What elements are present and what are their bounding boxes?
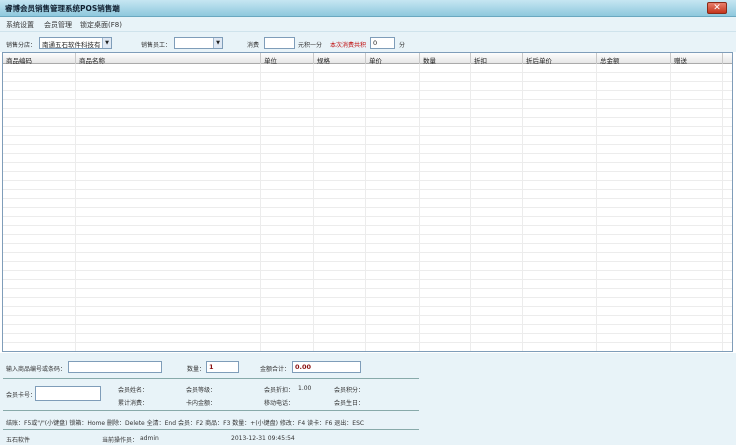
col-total-amount[interactable]: 总金额 [597,53,671,64]
bottom-panel: 输入商品编号或条码： 数量： 1 金额合计： 0.00 会员卡号： 会员姓名： … [0,353,736,445]
close-icon: ✕ [713,3,721,13]
col-divider [313,64,314,351]
close-button[interactable]: ✕ [707,2,727,14]
col-quantity[interactable]: 数量 [420,53,471,64]
col-divider [260,64,261,351]
consume-label: 消费 [247,42,260,49]
staff-select[interactable]: ▼ [174,37,223,49]
col-divider [722,64,723,351]
divider [3,410,419,411]
amount-total: 0.00 [292,361,361,373]
points-suffix: 分 [399,42,406,49]
branch-label: 销售分店： [6,42,37,49]
col-product-name[interactable]: 商品名称 [76,53,261,64]
status-company: 五石软件 [6,437,31,444]
divider [3,378,419,379]
col-divider [419,64,420,351]
operator-value: admin [140,435,159,442]
member-discount-label: 会员折扣： [264,387,295,394]
quantity-input[interactable]: 1 [206,361,239,373]
col-unit-price[interactable]: 单价 [366,53,420,64]
col-filler [723,53,732,64]
window-title: 睿博会员销售管理系统POS销售端 [5,4,120,13]
operator-label: 当前操作员： [102,437,139,444]
amount-label: 金额合计： [260,366,291,373]
menu-member-management[interactable]: 会员管理 [44,20,72,30]
col-divider [75,64,76,351]
col-gift[interactable]: 赠送 [671,53,723,64]
member-card-input[interactable] [35,386,101,401]
col-divider [365,64,366,351]
chevron-down-icon: ▼ [102,38,111,48]
title-bar: 睿博会员销售管理系统POS销售端 ✕ [0,0,736,17]
table-header: 商品编码 商品名称 单位 规格 单价 数量 折扣 折后单价 总金额 赠送 [3,53,732,64]
total-points-input[interactable]: 0 [370,37,395,49]
card-balance-label: 卡内金额： [186,400,217,407]
sales-toolbar: 销售分店： 南通五石软件科技有 ▼ 销售员工： ▼ 消费 元积一分 本次消费共积… [0,32,736,52]
staff-label: 销售员工： [141,42,172,49]
col-product-code[interactable]: 商品编码 [3,53,76,64]
shortcut-help: 结账：F5或"/"(小键盘) 锁箱：Home 删除：Delete 全清：End … [6,420,365,427]
product-table[interactable]: 商品编码 商品名称 单位 规格 单价 数量 折扣 折后单价 总金额 赠送 [2,52,733,352]
divider [3,429,419,430]
status-datetime: 2013-12-31 09:45:54 [231,435,295,442]
col-divider [596,64,597,351]
mobile-label: 移动电话： [264,400,295,407]
total-consume-label: 累计消费： [118,400,149,407]
col-discount[interactable]: 折扣 [471,53,523,64]
consume-input[interactable] [264,37,295,49]
quantity-label: 数量： [187,366,206,373]
table-body[interactable] [3,64,732,351]
col-unit[interactable]: 单位 [261,53,314,64]
total-points-label: 本次消费共积 [330,42,367,49]
col-discounted-price[interactable]: 折后单价 [523,53,597,64]
branch-value: 南通五石软件科技有 [42,41,101,49]
member-name-label: 会员姓名： [118,387,149,394]
member-card-label: 会员卡号： [6,392,37,399]
menu-system-settings[interactable]: 系统设置 [6,20,34,30]
product-code-label: 输入商品编号或条码： [6,366,67,373]
col-divider [670,64,671,351]
branch-select[interactable]: 南通五石软件科技有 ▼ [39,37,112,49]
menu-lock-desktop[interactable]: 锁定桌面(F8) [80,20,122,30]
member-level-label: 会员等级： [186,387,217,394]
points-unit-label: 元积一分 [298,42,323,49]
col-divider [522,64,523,351]
product-code-input[interactable] [68,361,162,373]
col-spec[interactable]: 规格 [314,53,366,64]
birthday-label: 会员生日： [334,400,365,407]
member-discount-value: 1.00 [298,385,312,392]
menu-bar: 系统设置 会员管理 锁定桌面(F8) [0,17,736,32]
member-points-label: 会员积分： [334,387,365,394]
col-divider [470,64,471,351]
chevron-down-icon: ▼ [213,38,222,48]
